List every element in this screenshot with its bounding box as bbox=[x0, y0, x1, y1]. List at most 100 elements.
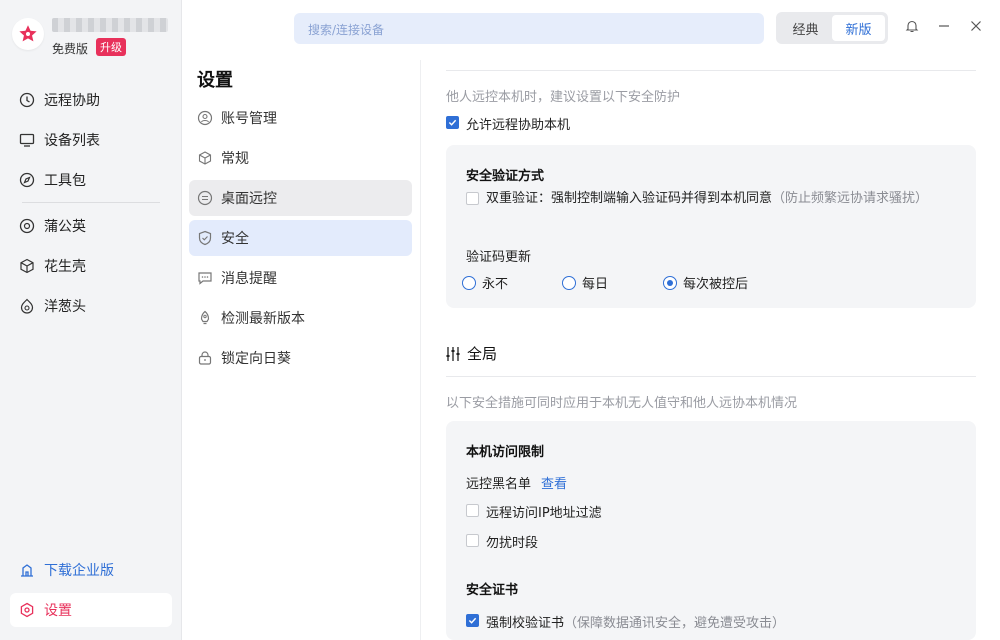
radio-button[interactable] bbox=[462, 275, 476, 290]
sidebar-item-onion[interactable]: 洋葱头 bbox=[10, 289, 172, 323]
sidebar-item-label: 工具包 bbox=[44, 173, 86, 189]
upgrade-badge[interactable]: 升级 bbox=[96, 38, 126, 56]
menu-item-general[interactable]: 常规 bbox=[189, 140, 412, 176]
sidebar-item-label: 设备列表 bbox=[44, 133, 100, 149]
menu-item-label: 安全 bbox=[221, 231, 249, 247]
cert-title: 安全证书 bbox=[466, 583, 519, 598]
building-icon bbox=[18, 561, 36, 579]
global-title-label: 全局 bbox=[467, 345, 498, 363]
search-input[interactable]: 搜索/连接设备 bbox=[294, 13, 764, 44]
checkbox-unchecked[interactable] bbox=[466, 534, 479, 547]
force-cert-checkbox[interactable]: 强制校验证书 （保障数据通讯安全，避免遭受攻击） bbox=[466, 612, 785, 631]
radio-label: 每次被控后 bbox=[683, 277, 749, 292]
checkbox-unchecked[interactable] bbox=[466, 192, 479, 205]
radio-after-each-control[interactable]: 每次被控后 bbox=[663, 273, 748, 292]
sidebar-item-peanut-shell[interactable]: 花生壳 bbox=[10, 249, 172, 283]
sidebar-item-label: 蒲公英 bbox=[44, 219, 86, 235]
force-cert-note: （保障数据通讯安全，避免遭受攻击） bbox=[564, 616, 786, 631]
sidebar-item-device-list[interactable]: 设备列表 bbox=[10, 123, 172, 157]
menu-item-notifications[interactable]: 消息提醒 bbox=[189, 260, 412, 296]
radio-button-selected[interactable] bbox=[663, 275, 677, 290]
radio-label: 每日 bbox=[582, 277, 609, 292]
onion-icon bbox=[18, 297, 36, 315]
sidebar-item-remote-assist[interactable]: 远程协助 bbox=[10, 83, 172, 117]
verify-card-title: 安全验证方式 bbox=[466, 169, 545, 184]
plan-label: 免费版 bbox=[52, 42, 89, 56]
section-divider bbox=[446, 376, 976, 377]
menu-item-label: 消息提醒 bbox=[221, 271, 277, 287]
code-update-label: 验证码更新 bbox=[466, 250, 532, 265]
menu-item-security[interactable]: 安全 bbox=[189, 220, 412, 256]
allow-remote-label: 允许远程协助本机 bbox=[466, 118, 571, 133]
classic-mode-button[interactable]: 经典 bbox=[779, 15, 832, 41]
sidebar-item-dandelion[interactable]: 蒲公英 bbox=[10, 209, 172, 243]
settings-icon bbox=[18, 601, 36, 619]
user-name-blurred bbox=[52, 18, 168, 32]
sidebar-item-label: 设置 bbox=[44, 603, 72, 619]
download-enterprise-link[interactable]: 下载企业版 bbox=[10, 553, 172, 587]
remote-hint-text: 他人远控本机时，建议设置以下安全防护 bbox=[446, 90, 681, 105]
dnd-checkbox[interactable]: 勿扰时段 bbox=[466, 532, 538, 551]
page-title: 设置 bbox=[197, 70, 233, 91]
ip-filter-label: 远程访问IP地址过滤 bbox=[486, 506, 602, 521]
scrollbar[interactable] bbox=[994, 0, 1000, 640]
version-toggle: 经典 新版 bbox=[776, 12, 888, 44]
menu-item-lock[interactable]: 锁定向日葵 bbox=[189, 340, 412, 376]
star-logo-icon bbox=[19, 25, 37, 42]
blacklist-view-link[interactable]: 查看 bbox=[541, 477, 567, 492]
dual-verify-checkbox[interactable]: 双重验证：强制控制端输入验证码并得到本机同意（防止频繁远协请求骚扰） bbox=[466, 190, 946, 208]
force-cert-label: 强制校验证书 bbox=[486, 616, 565, 631]
sliders-icon bbox=[446, 346, 460, 361]
rocket-icon bbox=[197, 310, 213, 326]
menu-item-account[interactable]: 账号管理 bbox=[189, 100, 412, 136]
allow-remote-checkbox[interactable]: 允许远程协助本机 bbox=[446, 114, 570, 133]
checkbox-checked[interactable] bbox=[466, 614, 479, 627]
sidebar-divider bbox=[22, 202, 160, 203]
sidebar-item-label: 远程协助 bbox=[44, 93, 100, 109]
menu-item-label: 锁定向日葵 bbox=[221, 351, 291, 367]
cube-outline-icon bbox=[197, 150, 213, 166]
monitor-icon bbox=[18, 131, 36, 149]
sidebar-item-toolkit[interactable]: 工具包 bbox=[10, 163, 172, 197]
menu-item-remote-desktop[interactable]: 桌面远控 bbox=[189, 180, 412, 216]
bell-icon[interactable] bbox=[904, 18, 920, 34]
sidebar-item-settings[interactable]: 设置 bbox=[10, 593, 172, 627]
dual-verify-note: （防止频繁远协请求骚扰） bbox=[772, 191, 929, 206]
close-icon[interactable] bbox=[968, 18, 984, 34]
sidebar-item-label: 花生壳 bbox=[44, 259, 86, 275]
new-mode-button[interactable]: 新版 bbox=[832, 15, 885, 41]
global-hint-text: 以下安全措施可同时应用于本机无人值守和他人远协本机情况 bbox=[446, 396, 798, 411]
menu-item-label: 桌面远控 bbox=[221, 191, 277, 207]
blacklist-row: 远控黑名单 查看 bbox=[466, 473, 567, 492]
radio-never[interactable]: 永不 bbox=[462, 273, 508, 292]
lock-icon bbox=[197, 350, 213, 366]
radio-label: 永不 bbox=[482, 277, 509, 292]
menu-item-check-update[interactable]: 检测最新版本 bbox=[189, 300, 412, 336]
section-divider bbox=[446, 70, 976, 71]
checkbox-unchecked[interactable] bbox=[466, 504, 479, 517]
sidebar-item-label: 洋葱头 bbox=[44, 299, 86, 315]
dnd-label: 勿扰时段 bbox=[486, 536, 539, 551]
menu-item-label: 常规 bbox=[221, 151, 249, 167]
dual-verify-text: 双重验证：强制控制端输入验证码并得到本机同意（防止频繁远协请求骚扰） bbox=[486, 190, 928, 208]
compass-icon bbox=[18, 171, 36, 189]
account-icon bbox=[197, 110, 213, 126]
avatar[interactable] bbox=[12, 18, 44, 50]
dual-verify-label: 双重验证：强制控制端输入验证码并得到本机同意 bbox=[486, 191, 773, 206]
main-sidebar: 免费版 升级 远程协助 设备列表 工具包 蒲公英 花生壳 洋葱头 下载企业版 设… bbox=[0, 0, 182, 640]
radio-button[interactable] bbox=[562, 275, 576, 290]
radio-daily[interactable]: 每日 bbox=[562, 273, 608, 292]
blacklist-label: 远控黑名单 bbox=[466, 477, 532, 492]
checkbox-checked[interactable] bbox=[446, 116, 459, 129]
message-icon bbox=[197, 270, 213, 286]
remote-desktop-icon bbox=[197, 190, 213, 206]
ip-filter-checkbox[interactable]: 远程访问IP地址过滤 bbox=[466, 502, 602, 521]
minimize-icon[interactable] bbox=[936, 18, 952, 34]
dandelion-icon bbox=[18, 217, 36, 235]
shield-icon bbox=[197, 230, 213, 246]
panel-divider bbox=[420, 60, 421, 640]
download-enterprise-label: 下载企业版 bbox=[44, 563, 114, 579]
menu-item-label: 检测最新版本 bbox=[221, 311, 305, 327]
menu-item-label: 账号管理 bbox=[221, 111, 277, 127]
remote-assist-icon bbox=[18, 91, 36, 109]
